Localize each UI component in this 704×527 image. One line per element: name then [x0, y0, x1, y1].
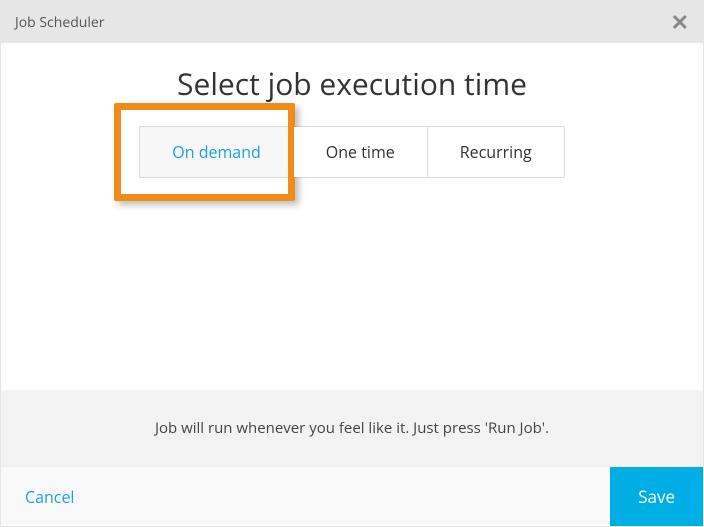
save-button[interactable]: Save: [610, 467, 703, 526]
spacer: [1, 178, 703, 390]
cancel-button[interactable]: Cancel: [1, 467, 98, 526]
page-heading: Select job execution time: [1, 63, 703, 104]
tab-recurring[interactable]: Recurring: [428, 127, 564, 177]
modal-title: Job Scheduler: [15, 13, 104, 32]
tab-label: One time: [326, 141, 395, 163]
tab-on-demand[interactable]: On demand: [140, 127, 294, 177]
close-icon[interactable]: ✕: [671, 11, 689, 33]
modal-footer: Cancel Save: [1, 466, 703, 526]
tab-label: On demand: [172, 141, 261, 163]
job-scheduler-modal: Job Scheduler ✕ Select job execution tim…: [0, 0, 704, 527]
execution-time-tabs: On demand One time Recurring: [139, 126, 564, 178]
tab-label: Recurring: [460, 141, 532, 163]
tab-one-time[interactable]: One time: [294, 127, 428, 177]
modal-body: Select job execution time On demand One …: [1, 43, 703, 466]
info-message: Job will run whenever you feel like it. …: [1, 390, 703, 466]
modal-header: Job Scheduler ✕: [1, 1, 703, 43]
